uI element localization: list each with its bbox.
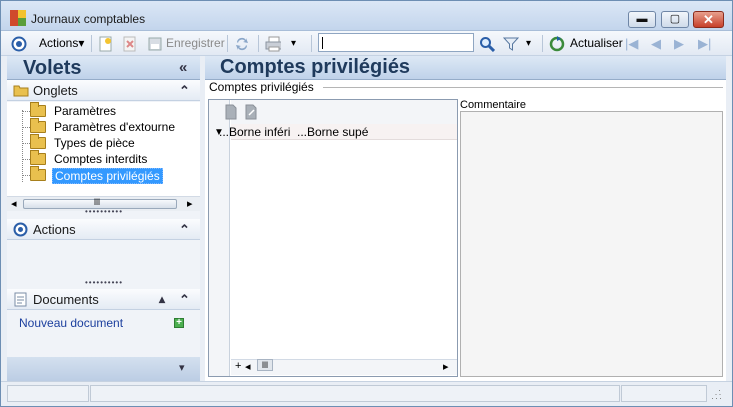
open-folder-icon bbox=[30, 166, 46, 181]
toolbar-separator bbox=[91, 35, 92, 52]
grid-horizontal-scrollbar[interactable]: + ◂ lll ▸ bbox=[231, 359, 457, 375]
folder-icon bbox=[30, 134, 46, 149]
column-header-borne-inferieure[interactable]: ...Borne inféri bbox=[219, 125, 290, 139]
chevron-down-icon[interactable]: ▾ bbox=[179, 361, 185, 374]
refresh-button[interactable]: Actualiser bbox=[570, 31, 623, 56]
new-document-link[interactable]: Nouveau document bbox=[19, 316, 123, 330]
next-record-icon[interactable]: ▶ bbox=[674, 31, 684, 56]
side-panel-footer: ▾ bbox=[7, 357, 200, 381]
toolbar-separator bbox=[258, 35, 259, 52]
toolbar: Actions▾ Enregistrer ▾ ▾ Actualiser |◀ ◀… bbox=[1, 31, 732, 56]
collapse-panel-icon[interactable]: « bbox=[179, 59, 187, 76]
save-icon[interactable] bbox=[147, 36, 163, 52]
folder-icon bbox=[30, 150, 46, 165]
side-panel: Volets « Onglets ⌃ Paramètres Paramètres… bbox=[7, 56, 200, 381]
close-icon: ✕ bbox=[703, 12, 714, 27]
add-row-icon[interactable]: + bbox=[235, 360, 241, 372]
onglets-section-header[interactable]: Onglets ⌃ bbox=[7, 80, 200, 101]
status-cell bbox=[7, 385, 89, 402]
print-dropdown-icon[interactable]: ▾ bbox=[291, 31, 296, 56]
window-title: Journaux comptables bbox=[31, 12, 146, 26]
status-cell bbox=[90, 385, 620, 402]
comment-label: Commentaire bbox=[460, 99, 527, 111]
toolbar-separator bbox=[542, 35, 543, 52]
resize-grip-icon[interactable]: · ·· ··· bbox=[711, 386, 723, 403]
new-row-icon[interactable] bbox=[224, 104, 238, 120]
group-divider bbox=[323, 87, 723, 88]
page-title: Comptes privilégiés bbox=[220, 56, 411, 78]
search-icon[interactable] bbox=[479, 36, 495, 52]
collapse-section-icon[interactable]: ⌃ bbox=[179, 222, 190, 238]
maximize-icon: ▢ bbox=[669, 13, 681, 25]
delete-icon[interactable] bbox=[122, 36, 138, 52]
scrollbar-thumb[interactable]: lll bbox=[257, 359, 273, 371]
grid-toolbar bbox=[225, 100, 457, 124]
collapse-section-icon[interactable]: ⌃ bbox=[179, 83, 190, 99]
group-label: Comptes privilégiés bbox=[209, 80, 316, 94]
folder-icon bbox=[30, 102, 46, 117]
first-record-icon[interactable]: |◀ bbox=[625, 31, 638, 56]
status-bar: · ·· ··· bbox=[1, 381, 732, 406]
collapse-section-icon[interactable]: ⌃ bbox=[179, 292, 190, 308]
documents-section-header[interactable]: Documents ▴ ⌃ bbox=[7, 289, 200, 310]
toolbar-separator bbox=[311, 35, 312, 52]
filter-dropdown-icon[interactable]: ▾ bbox=[526, 31, 531, 56]
actions-circle-icon bbox=[13, 222, 28, 237]
actions-menu-button[interactable]: Actions▾ bbox=[39, 31, 84, 56]
accounts-grid: ▼ ...Borne inféri ...Borne supé + ◂ lll … bbox=[208, 99, 458, 377]
status-cell bbox=[621, 385, 707, 402]
app-window: Journaux comptables ▬ ▢ ✕ Actions▾ Enreg… bbox=[0, 0, 733, 407]
comment-field[interactable] bbox=[460, 111, 723, 377]
folder-icon bbox=[30, 118, 46, 133]
search-input[interactable] bbox=[318, 33, 474, 52]
scroll-left-icon[interactable]: ◂ bbox=[245, 360, 251, 373]
minimize-button[interactable]: ▬ bbox=[628, 11, 656, 28]
grid-header-row: ...Borne inféri ...Borne supé bbox=[219, 124, 457, 140]
print-icon[interactable] bbox=[265, 36, 281, 52]
close-button[interactable]: ✕ bbox=[693, 11, 724, 28]
documents-section-label: Documents bbox=[33, 292, 99, 307]
refresh-icon[interactable] bbox=[549, 36, 565, 52]
text-caret bbox=[322, 37, 323, 49]
toolbar-separator bbox=[227, 35, 228, 52]
main-header: Comptes privilégiés bbox=[205, 56, 726, 80]
splitter-grip[interactable]: •••••••••• bbox=[85, 207, 123, 216]
document-icon bbox=[14, 292, 27, 307]
filter-icon[interactable] bbox=[503, 36, 519, 52]
grid-row-selector: ▼ bbox=[209, 100, 230, 376]
maximize-button[interactable]: ▢ bbox=[661, 11, 689, 28]
scroll-left-icon[interactable]: ◂ bbox=[11, 197, 17, 210]
folder-icon bbox=[13, 85, 29, 97]
tabs-tree: Paramètres Paramètres d'extourne Types d… bbox=[7, 102, 200, 196]
previous-record-icon[interactable]: ◀ bbox=[651, 31, 661, 56]
actions-circle-icon[interactable] bbox=[11, 36, 27, 52]
minimize-icon: ▬ bbox=[636, 13, 648, 25]
app-icon bbox=[10, 10, 26, 26]
save-button[interactable]: Enregistrer bbox=[166, 31, 225, 56]
scroll-right-icon[interactable]: ▸ bbox=[443, 360, 449, 373]
splitter-grip[interactable]: •••••••••• bbox=[85, 278, 123, 287]
side-panel-header: Volets « bbox=[7, 56, 200, 80]
column-header-borne-superieure[interactable]: ...Borne supé bbox=[297, 125, 368, 139]
title-bar: Journaux comptables ▬ ▢ ✕ bbox=[1, 1, 732, 31]
main-panel: Comptes privilégiés Comptes privilégiés … bbox=[205, 56, 726, 381]
add-document-icon[interactable]: + bbox=[174, 318, 184, 328]
edit-row-icon[interactable] bbox=[244, 104, 258, 120]
side-panel-title: Volets bbox=[23, 57, 82, 79]
onglets-label: Onglets bbox=[33, 83, 78, 98]
last-record-icon[interactable]: ▶| bbox=[698, 31, 711, 56]
sync-icon[interactable] bbox=[234, 36, 250, 52]
new-record-icon[interactable] bbox=[98, 36, 114, 52]
actions-section-label: Actions bbox=[33, 222, 76, 237]
collapse-up-icon[interactable]: ▴ bbox=[159, 292, 165, 306]
actions-section-header[interactable]: Actions ⌃ bbox=[7, 219, 200, 240]
chevron-down-icon: ▾ bbox=[78, 36, 85, 50]
scroll-right-icon[interactable]: ▸ bbox=[187, 197, 193, 210]
